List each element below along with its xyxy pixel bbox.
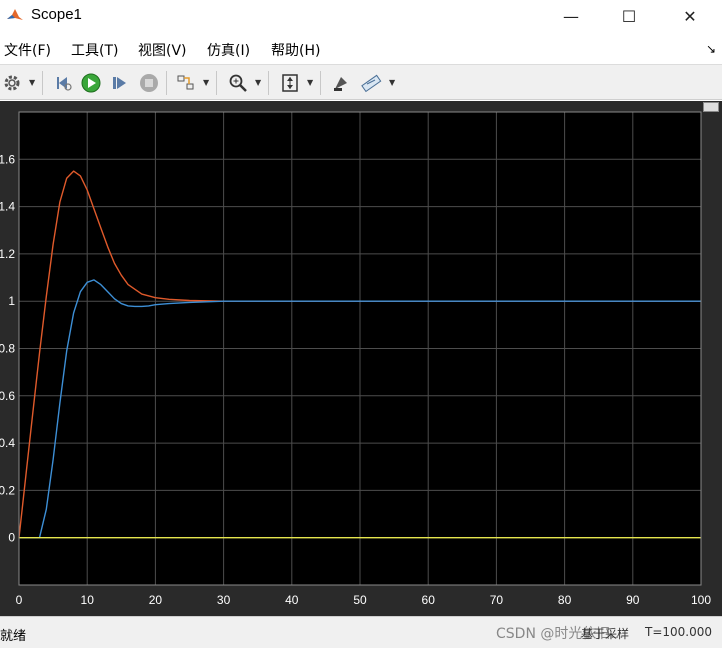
- x-tick-label: 60: [422, 593, 436, 607]
- y-tick-label: 0.4: [0, 436, 15, 450]
- menu-file[interactable]: 文件(F): [4, 40, 51, 60]
- zoom-icon[interactable]: [226, 71, 250, 95]
- highlight-block-icon[interactable]: [174, 71, 198, 95]
- toolbar-separator: [42, 71, 43, 95]
- toolbar-separator: [320, 71, 321, 95]
- x-tick-label: 70: [490, 593, 504, 607]
- measure-dropdown-icon[interactable]: ▼: [389, 78, 397, 87]
- toolbar-separator: [216, 71, 217, 95]
- x-tick-label: 50: [353, 593, 367, 607]
- gear-icon[interactable]: [0, 71, 24, 95]
- toolbar-separator: [268, 71, 269, 95]
- y-tick-label: 0.2: [0, 483, 15, 497]
- x-tick-label: 0: [16, 593, 23, 607]
- status-bar: 就绪 CSDN @时光依旧... 基于采样 T=100.000: [0, 616, 722, 648]
- measure-icon[interactable]: [359, 71, 383, 95]
- matlab-logo-icon: [6, 6, 24, 24]
- sim-time-label: T=100.000: [645, 625, 713, 639]
- run-icon[interactable]: [79, 71, 103, 95]
- minimize-button[interactable]: —: [548, 0, 594, 32]
- dock-arrow-icon[interactable]: ↘: [706, 42, 716, 56]
- y-tick-label: 0.6: [0, 389, 15, 403]
- status-state: 就绪: [0, 629, 27, 644]
- y-tick-label: 1.4: [0, 200, 15, 214]
- y-tick-label: 0.8: [0, 342, 15, 356]
- maximize-button[interactable]: ☐: [606, 0, 652, 32]
- x-tick-label: 40: [285, 593, 299, 607]
- title-bar: Scope1 — ☐ ✕: [0, 0, 722, 32]
- stop-icon[interactable]: [137, 71, 161, 95]
- menu-simulation[interactable]: 仿真(I): [207, 40, 250, 60]
- y-tick-label: 1: [8, 294, 15, 308]
- y-tick-label: 1.6: [0, 152, 15, 166]
- scope-plot[interactable]: 0 10 20 30 40 50 60 70 80 90 100 0 0.2 0.4 0.6 0.8 1 1.2 1…: [0, 101, 722, 616]
- highlight-dropdown-icon[interactable]: ▼: [203, 78, 211, 87]
- gear-dropdown-icon[interactable]: ▼: [29, 78, 37, 87]
- x-tick-label: 100: [691, 593, 711, 607]
- menu-bar: 文件(F) 工具(T) 视图(V) 仿真(I) 帮助(H) ↘: [0, 34, 722, 62]
- toolbar: ▼ ▼ ▼ ▼ ▼: [0, 64, 722, 100]
- expand-legend-icon[interactable]: [703, 102, 719, 112]
- y-tick-label: 0: [8, 531, 15, 545]
- toolbar-separator: [166, 71, 167, 95]
- scope-plot-frame: 0 10 20 30 40 50 60 70 80 90 100 0 0.2 0.4 0.6 0.8 1 1.2 1…: [0, 101, 722, 616]
- x-tick-label: 20: [149, 593, 163, 607]
- step-back-icon[interactable]: [51, 71, 75, 95]
- x-tick-label: 10: [81, 593, 95, 607]
- x-tick-label: 30: [217, 593, 231, 607]
- menu-tools[interactable]: 工具(T): [71, 40, 118, 60]
- autoscale-icon[interactable]: [278, 71, 302, 95]
- style-icon[interactable]: [329, 71, 353, 95]
- y-tick-label: 1.2: [0, 247, 15, 261]
- x-tick-label: 90: [626, 593, 640, 607]
- x-tick-label: 80: [558, 593, 572, 607]
- sample-mode-label: 基于采样: [581, 627, 630, 641]
- menu-view[interactable]: 视图(V): [138, 40, 187, 60]
- autoscale-dropdown-icon[interactable]: ▼: [307, 78, 315, 87]
- zoom-dropdown-icon[interactable]: ▼: [255, 78, 263, 87]
- menu-help[interactable]: 帮助(H): [271, 40, 320, 60]
- step-forward-icon[interactable]: [108, 71, 132, 95]
- window-title: Scope1: [31, 6, 82, 23]
- close-button[interactable]: ✕: [667, 0, 713, 32]
